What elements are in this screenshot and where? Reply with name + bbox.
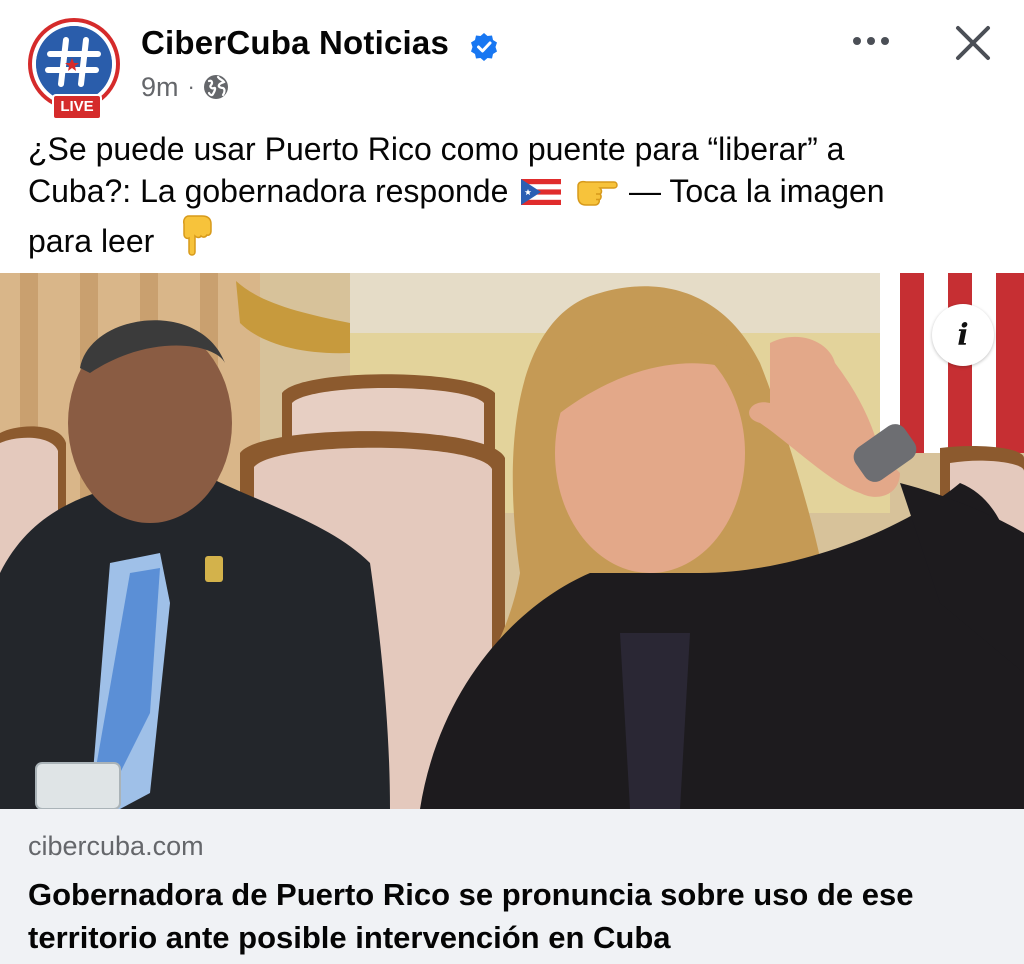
post-meta: 9m · xyxy=(141,70,229,104)
caption-line-3: para leer xyxy=(28,212,998,262)
page-name[interactable]: CiberCuba Noticias xyxy=(141,24,449,62)
meta-separator: · xyxy=(187,74,195,99)
live-badge: LIVE xyxy=(52,94,102,120)
pointing-down-hand-icon xyxy=(183,215,212,256)
post-caption: ¿Se puede usar Puerto Rico como puente p… xyxy=(28,128,998,262)
link-domain: cibercuba.com xyxy=(28,831,204,861)
globe-icon xyxy=(203,75,228,99)
link-preview[interactable]: cibercuba.com Gobernadora de Puerto Rico… xyxy=(0,809,1024,964)
image-info-button[interactable]: i xyxy=(932,304,994,366)
post-time[interactable]: 9m xyxy=(141,72,179,103)
more-options-icon xyxy=(853,37,889,45)
caption-line-2-end: — Toca la imagen xyxy=(629,173,885,209)
caption-line-2-text: Cuba?: La gobernadora responde xyxy=(28,173,509,209)
caption-line-3-text: para leer xyxy=(28,223,155,259)
link-title[interactable]: Gobernadora de Puerto Rico se pronuncia … xyxy=(28,873,998,959)
caption-line-2: Cuba?: La gobernadora responde — Toca la… xyxy=(28,170,998,212)
puerto-rico-flag-icon xyxy=(521,179,562,205)
close-button[interactable] xyxy=(950,20,996,66)
verified-badge-icon xyxy=(471,33,497,61)
page-avatar[interactable]: LIVE xyxy=(28,18,120,120)
close-icon xyxy=(956,26,990,60)
facebook-post: LIVE CiberCuba Noticias 9m · ¿Se puede u… xyxy=(0,0,1024,964)
info-icon: i xyxy=(957,317,969,353)
news-photo-illustration xyxy=(0,273,1024,809)
hashtag-logo-icon xyxy=(36,26,112,102)
pointing-right-hand-icon xyxy=(577,180,618,206)
post-header: LIVE CiberCuba Noticias 9m · xyxy=(0,0,1024,120)
more-options-button[interactable] xyxy=(846,24,896,58)
cibercuba-logo xyxy=(36,26,112,102)
caption-line-1: ¿Se puede usar Puerto Rico como puente p… xyxy=(28,131,845,167)
post-photo[interactable] xyxy=(0,273,1024,809)
